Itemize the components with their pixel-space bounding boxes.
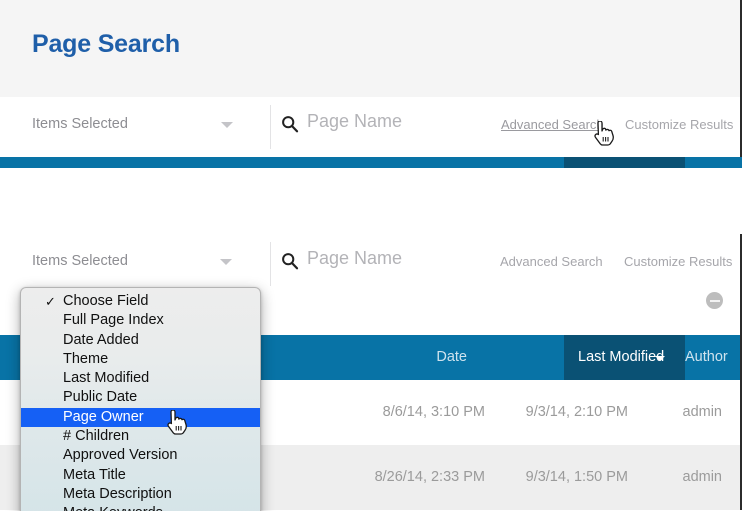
- dropdown-item-date-added[interactable]: Date Added: [21, 331, 260, 350]
- dropdown-item-theme[interactable]: Theme: [21, 350, 260, 369]
- dropdown-item-label: Last Modified: [63, 370, 150, 387]
- page-search-screen: Page Search Items Selected Page Name Adv…: [0, 0, 742, 511]
- dropdown-item-label: Full Page Index: [63, 312, 164, 329]
- table-header-strip-active-segment: [564, 157, 685, 168]
- dropdown-item-label: Page Owner: [63, 408, 144, 425]
- search-bar-secondary: Items Selected Page Name Advanced Search…: [0, 234, 742, 294]
- dropdown-item-choose-field[interactable]: ✓ Choose Field: [21, 292, 260, 311]
- dropdown-item-last-modified[interactable]: Last Modified: [21, 369, 260, 388]
- dropdown-item-label: # Children: [63, 428, 130, 445]
- dropdown-item-meta-description[interactable]: Meta Description: [21, 485, 260, 504]
- dropdown-item-label: Theme: [63, 350, 109, 367]
- table-column-header-date[interactable]: Date: [380, 335, 485, 380]
- table-header-strip: [0, 157, 742, 168]
- dropdown-item-approved-version[interactable]: Approved Version: [21, 446, 260, 465]
- chevron-down-icon[interactable]: [220, 259, 232, 265]
- cell-author: admin: [682, 469, 723, 485]
- dropdown-item-full-page-index[interactable]: Full Page Index: [21, 311, 260, 330]
- cell-last-modified: 9/3/14, 1:50 PM: [525, 469, 628, 485]
- search-bar-primary: Items Selected Page Name Advanced Search…: [0, 97, 742, 157]
- dropdown-item-label: Meta Keywords: [63, 505, 163, 511]
- page-header-panel: Page Search: [0, 0, 742, 97]
- advanced-search-link-2[interactable]: Advanced Search: [500, 254, 603, 269]
- items-selected-dropdown-1[interactable]: Items Selected: [32, 116, 128, 132]
- search-icon: [281, 115, 299, 133]
- chevron-down-icon[interactable]: [221, 122, 233, 128]
- dropdown-item-children-count[interactable]: # Children: [21, 427, 260, 446]
- dropdown-item-label: Meta Title: [63, 466, 126, 483]
- dropdown-item-label: Public Date: [63, 389, 138, 406]
- page-title: Page Search: [32, 30, 180, 58]
- minus-circle-icon[interactable]: [706, 292, 723, 309]
- check-icon: ✓: [45, 294, 56, 309]
- items-selected-dropdown-2[interactable]: Items Selected: [32, 253, 128, 269]
- dropdown-item-meta-title[interactable]: Meta Title: [21, 466, 260, 485]
- content-gap: [0, 168, 742, 234]
- customize-results-link-1[interactable]: Customize Results: [625, 117, 733, 132]
- table-column-header-last-modified[interactable]: Last Modified: [564, 335, 685, 380]
- toolbar-divider: [270, 242, 271, 286]
- dropdown-item-label: Choose Field: [63, 293, 149, 309]
- search-input-1[interactable]: Page Name: [307, 111, 402, 132]
- dropdown-item-meta-keywords[interactable]: Meta Keywords: [21, 504, 260, 511]
- cell-date: 8/6/14, 3:10 PM: [382, 404, 485, 420]
- cell-author: admin: [682, 404, 723, 420]
- dropdown-item-label: Meta Description: [63, 485, 172, 502]
- search-icon: [281, 252, 299, 270]
- field-select-dropdown-menu[interactable]: ✓ Choose Field Full Page Index Date Adde…: [20, 287, 261, 511]
- dropdown-item-label: Approved Version: [63, 447, 178, 464]
- dropdown-item-page-owner[interactable]: Page Owner: [21, 407, 260, 428]
- customize-results-link-2[interactable]: Customize Results: [624, 254, 732, 269]
- caret-down-icon[interactable]: [655, 356, 665, 361]
- dropdown-item-public-date[interactable]: Public Date: [21, 388, 260, 407]
- toolbar-divider: [270, 105, 271, 149]
- cell-date: 8/26/14, 2:33 PM: [374, 469, 485, 485]
- cell-last-modified: 9/3/14, 2:10 PM: [525, 404, 628, 420]
- search-input-2[interactable]: Page Name: [307, 248, 402, 269]
- advanced-search-link-1[interactable]: Advanced Search: [501, 117, 604, 132]
- table-column-header-author[interactable]: Author: [685, 335, 742, 380]
- dropdown-item-label: Date Added: [63, 331, 139, 348]
